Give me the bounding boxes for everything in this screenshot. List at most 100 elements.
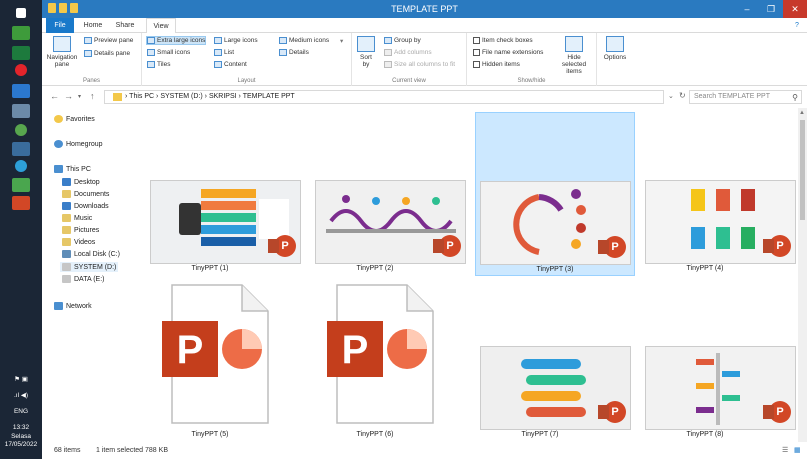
breadcrumb[interactable]: › This PC › SYSTEM (D:) › SKRIPSI › TEMP…	[104, 90, 664, 104]
group-show-hide: Item check boxes File name extensions Hi…	[467, 33, 597, 86]
nav-pictures[interactable]: Pictures	[62, 226, 99, 234]
nav-this-pc[interactable]: This PC	[54, 165, 91, 173]
hidden-items-toggle[interactable]: Hidden items	[473, 61, 520, 68]
search-input[interactable]: Search TEMPLATE PPT ⚲	[689, 90, 802, 104]
desktop-icon[interactable]	[12, 26, 30, 40]
recent-locations-icon[interactable]: ▾	[78, 93, 81, 100]
preview-pane-icon	[84, 37, 92, 44]
file-item[interactable]: P TinyPPT (2)	[295, 112, 466, 276]
scroll-thumb[interactable]	[800, 120, 805, 220]
group-by-button[interactable]: Group by	[384, 37, 421, 44]
app-icon-4[interactable]	[12, 178, 30, 192]
scroll-up-icon[interactable]: ▲	[799, 110, 805, 116]
maximize-button[interactable]: ❐	[759, 0, 783, 18]
file-item[interactable]: P TinyPPT (7)	[460, 278, 631, 442]
hide-selected-icon	[565, 36, 583, 52]
details-pane-button[interactable]: Details pane	[84, 50, 130, 57]
group-current-view: Sort by Group by Add columns Size all co…	[352, 33, 467, 86]
tiles-button[interactable]: Tiles	[147, 61, 170, 68]
forward-button[interactable]: →	[64, 91, 73, 101]
size-all-columns-button[interactable]: Size all columns to fit	[384, 61, 455, 68]
nav-documents[interactable]: Documents	[62, 190, 109, 198]
path-sep: ›	[204, 93, 208, 100]
file-item[interactable]: P TinyPPT (5)	[130, 278, 290, 442]
file-name: TinyPPT (4)	[686, 265, 724, 272]
details-button[interactable]: Details	[279, 49, 309, 56]
tab-share[interactable]: Share	[110, 18, 140, 33]
content-button[interactable]: Content	[214, 61, 247, 68]
nav-homegroup[interactable]: Homegroup	[54, 140, 103, 148]
group-options: Options	[597, 33, 633, 86]
add-columns-button[interactable]: Add columns	[384, 49, 432, 56]
powerpoint-badge-icon: P	[433, 235, 461, 257]
layout-scroll-icon[interactable]: ▾	[340, 37, 343, 45]
nav-music[interactable]: Music	[62, 214, 92, 222]
file-item[interactable]: P TinyPPT (4)	[625, 112, 796, 276]
volume-icon[interactable]: .ıl ◀)	[0, 392, 42, 400]
small-icons-button[interactable]: Small icons	[147, 49, 190, 56]
file-item-selected[interactable]: P TinyPPT (3)	[475, 112, 635, 276]
back-button[interactable]: ←	[50, 91, 59, 101]
medium-icons-button[interactable]: Medium icons	[279, 37, 329, 44]
large-icons-view-icon[interactable]: ▦	[794, 443, 801, 459]
word-icon[interactable]	[12, 84, 30, 98]
nav-downloads[interactable]: Downloads	[62, 202, 109, 210]
language-indicator[interactable]: ENG	[0, 408, 42, 416]
extra-large-icons-button[interactable]: Extra large icons	[146, 36, 207, 45]
sort-by-button[interactable]: Sort by	[356, 36, 376, 68]
medium-icons-icon	[279, 37, 287, 44]
checkbox-icon	[473, 37, 480, 44]
nav-network[interactable]: Network	[54, 302, 92, 310]
nav-system-d[interactable]: SYSTEM (D:)	[60, 262, 119, 272]
nav-data-e[interactable]: DATA (E:)	[62, 275, 104, 283]
tray-icons[interactable]: ⚑ ▣	[0, 376, 42, 384]
help-button[interactable]: ?	[790, 18, 804, 33]
item-check-boxes-toggle[interactable]: Item check boxes	[473, 37, 533, 44]
navigation-pane-button[interactable]: Navigation pane	[44, 36, 80, 68]
size-columns-icon	[384, 61, 392, 68]
powerpoint-icon[interactable]	[12, 196, 30, 210]
tab-file[interactable]: File	[46, 18, 74, 33]
file-thumbnail: P	[480, 346, 631, 430]
file-name-extensions-toggle[interactable]: File name extensions	[473, 49, 543, 56]
app-icon[interactable]	[12, 104, 30, 118]
nav-desktop[interactable]: Desktop	[62, 178, 100, 186]
nav-favorites[interactable]: Favorites	[54, 115, 95, 123]
file-thumbnail: P	[480, 181, 631, 265]
clock-time[interactable]: 13:32	[0, 424, 42, 432]
clock-date: 17/05/2022	[4, 441, 38, 448]
breadcrumb-system-d[interactable]: SYSTEM (D:)	[160, 93, 202, 100]
up-button[interactable]: ↑	[90, 91, 95, 101]
breadcrumb-template-ppt[interactable]: TEMPLATE PPT	[243, 93, 295, 100]
excel-icon[interactable]	[12, 46, 30, 60]
list-button[interactable]: List	[214, 49, 234, 56]
minimize-button[interactable]: –	[735, 0, 759, 18]
preview-pane-button[interactable]: Preview pane	[84, 37, 133, 44]
powerpoint-file-icon: P	[162, 284, 269, 424]
powerpoint-badge-icon: P	[763, 235, 791, 257]
file-item[interactable]: P TinyPPT (8)	[625, 278, 796, 442]
app-icon-2[interactable]	[12, 142, 30, 156]
history-dropdown-icon[interactable]: ⌄	[668, 92, 674, 100]
nav-videos[interactable]: Videos	[62, 238, 95, 246]
details-view-icon[interactable]: ☰	[782, 443, 788, 459]
large-icons-icon	[214, 37, 222, 44]
chrome-icon[interactable]	[15, 124, 27, 136]
breadcrumb-this-pc[interactable]: This PC	[129, 93, 154, 100]
options-button[interactable]: Options	[599, 36, 631, 61]
vertical-scrollbar[interactable]: ▲	[798, 108, 807, 442]
file-item[interactable]: P TinyPPT (1)	[130, 112, 301, 276]
tab-home[interactable]: Home	[78, 18, 108, 33]
refresh-button[interactable]: ↻	[679, 91, 686, 100]
drive-icon	[62, 263, 71, 271]
nav-local-disk-c[interactable]: Local Disk (C:)	[62, 250, 120, 258]
breadcrumb-skripsi[interactable]: SKRIPSI	[209, 93, 237, 100]
file-item[interactable]: P TinyPPT (6)	[295, 278, 455, 442]
large-icons-button[interactable]: Large icons	[214, 37, 258, 44]
close-button[interactable]: ✕	[783, 0, 807, 18]
hide-selected-items-button[interactable]: Hide selected items	[555, 36, 593, 75]
opera-icon[interactable]	[15, 64, 27, 76]
tab-view[interactable]: View	[146, 18, 176, 34]
app-icon-3[interactable]	[15, 160, 27, 172]
start-icon[interactable]	[16, 8, 26, 18]
